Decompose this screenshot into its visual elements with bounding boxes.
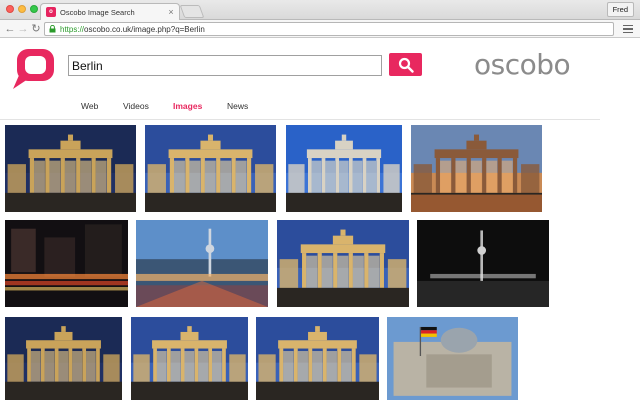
tab-images[interactable]: Images [173,101,202,111]
image-result-thumbnail[interactable] [5,220,128,307]
search-type-tabs: Web Videos Images News [0,98,600,120]
maximize-window-icon[interactable] [30,5,38,13]
image-result-thumbnail[interactable] [145,125,276,212]
image-result-thumbnail[interactable] [136,220,268,307]
image-result-thumbnail[interactable] [5,317,122,400]
search-button[interactable] [389,53,422,76]
url-path: oscobo.co.uk/image.php?q=Berlin [84,24,205,34]
result-image [5,220,128,307]
result-image [286,125,402,212]
image-result-thumbnail[interactable] [277,220,409,307]
oscobo-wordmark[interactable]: oscobo [472,48,604,82]
image-result-thumbnail[interactable] [5,125,136,212]
search-input[interactable] [68,55,382,76]
tab-web[interactable]: Web [81,101,98,111]
image-result-thumbnail[interactable] [286,125,402,212]
reload-icon[interactable]: ↻ [30,22,42,35]
image-result-thumbnail[interactable] [256,317,379,400]
lock-icon [49,25,57,33]
forward-arrow-icon[interactable]: → [17,22,29,35]
result-image [136,220,268,307]
result-image [256,317,379,400]
image-result-thumbnail[interactable] [417,220,549,307]
result-image [417,220,549,307]
browser-toolbar: ← → ↻ https:// oscobo.co.uk/image.php?q=… [0,20,640,38]
tab-title: Oscobo Image Search [60,7,135,17]
result-image [387,317,518,400]
new-tab-button[interactable] [179,5,205,18]
browser-tab[interactable]: o Oscobo Image Search × [40,3,180,20]
tab-close-icon[interactable]: × [166,7,176,17]
tab-videos[interactable]: Videos [123,101,149,111]
result-image [5,317,122,400]
favicon-icon: o [46,7,56,17]
url-scheme: https:// [60,24,85,34]
result-image [411,125,542,212]
back-arrow-icon[interactable]: ← [4,22,16,35]
search-icon [398,57,414,73]
result-image [145,125,276,212]
address-bar[interactable]: https:// oscobo.co.uk/image.php?q=Berlin [44,22,614,36]
image-result-thumbnail[interactable] [131,317,248,400]
brand-wordmark-logo: oscobo [474,48,571,81]
result-image [5,125,136,212]
result-image [277,220,409,307]
image-result-thumbnail[interactable] [411,125,542,212]
browser-tab-bar: o Oscobo Image Search × Fred [0,0,640,20]
browser-menu-icon[interactable] [622,23,634,35]
close-window-icon[interactable] [6,5,14,13]
tab-news[interactable]: News [227,101,248,111]
result-image [131,317,248,400]
minimize-window-icon[interactable] [18,5,26,13]
profile-button[interactable]: Fred [606,2,634,17]
oscobo-logo-icon[interactable] [10,46,58,92]
image-result-thumbnail[interactable] [387,317,518,400]
svg-text:oscobo: oscobo [474,48,570,81]
